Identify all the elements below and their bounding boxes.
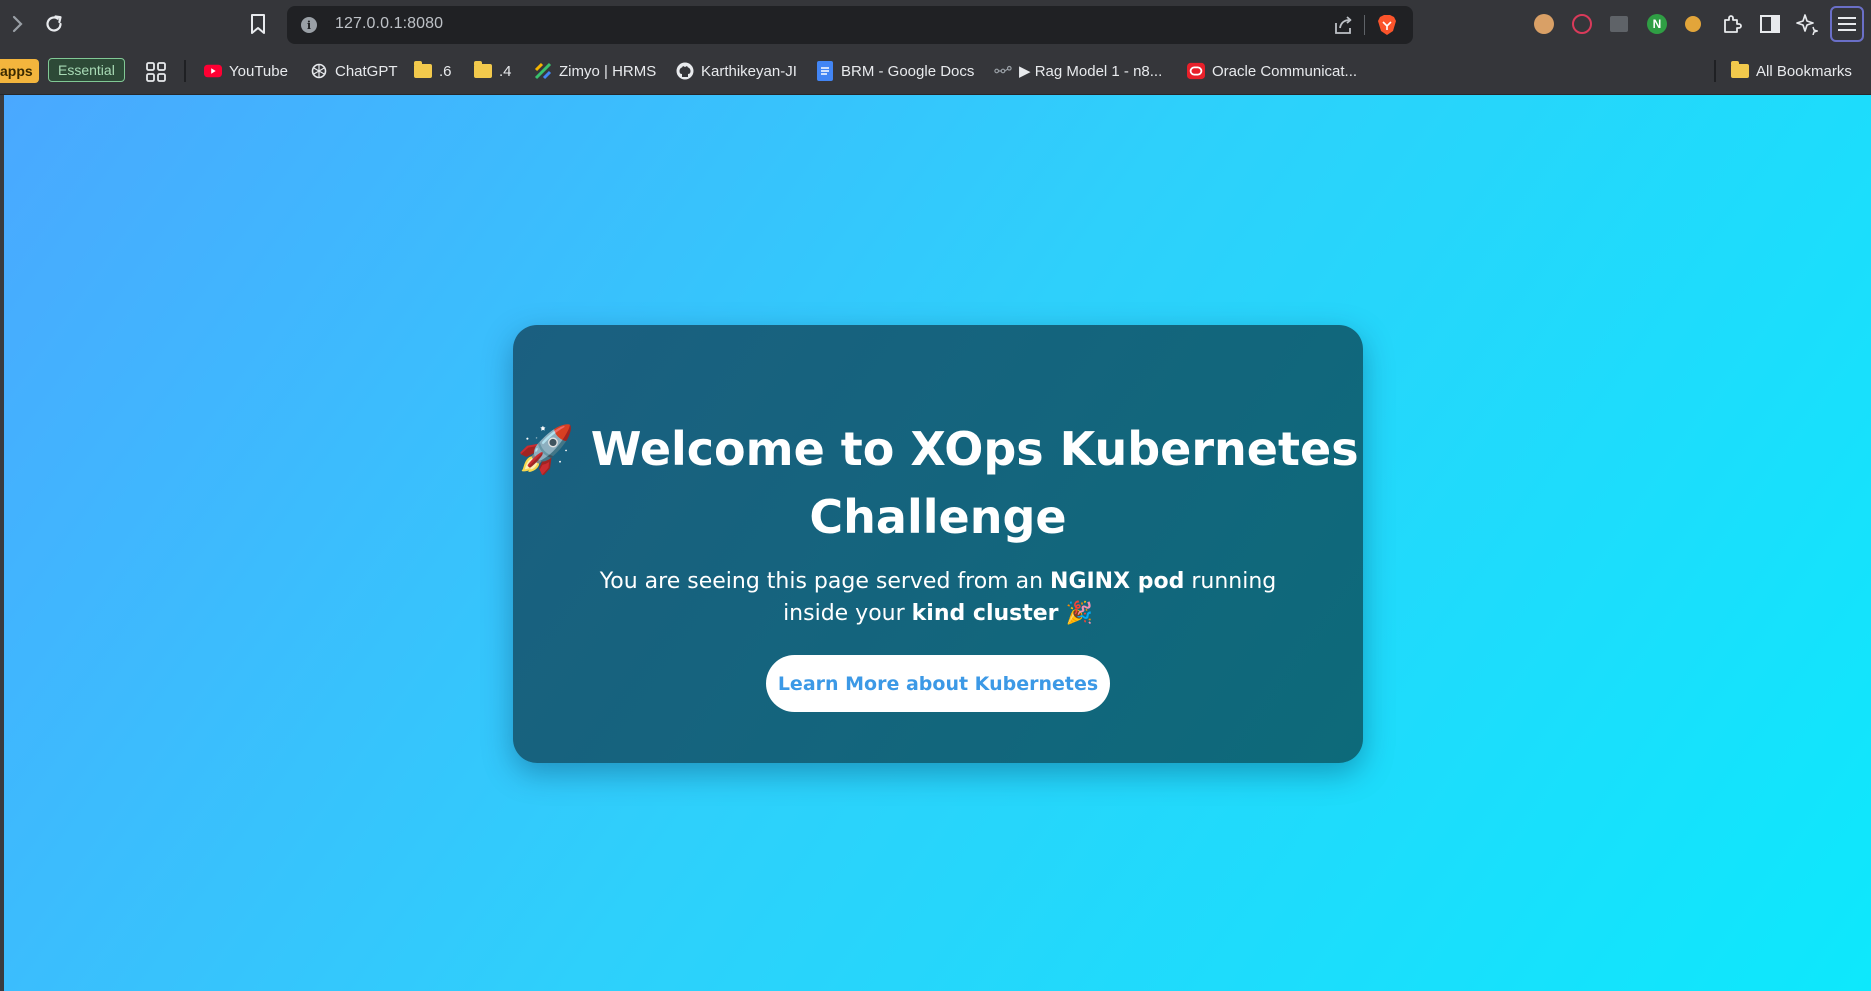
folder-icon <box>474 61 492 80</box>
n-extension[interactable]: N <box>1645 12 1669 36</box>
bookmark-brm-docs[interactable]: BRM - Google Docs <box>816 59 974 83</box>
bookmark-folder-4[interactable]: .4 <box>474 59 512 83</box>
bookmarks-divider <box>1714 60 1716 82</box>
bookmark-label: ▶ Rag Model 1 - n8... <box>1019 63 1163 80</box>
main-menu-button[interactable] <box>1830 6 1864 42</box>
chevron-right-icon <box>12 15 23 33</box>
hamburger-menu-icon <box>1838 17 1856 31</box>
bookmark-apps[interactable]: apps <box>0 59 39 83</box>
chatgpt-icon <box>310 62 328 80</box>
tab-grid-extension[interactable] <box>1607 12 1631 36</box>
puzzle-icon <box>1724 15 1742 33</box>
rocket-icon: 🚀 <box>517 422 575 476</box>
youtube-icon <box>204 62 222 80</box>
reload-icon <box>46 15 62 32</box>
google-docs-icon <box>816 61 834 81</box>
all-bookmarks-button[interactable]: All Bookmarks <box>1731 59 1852 83</box>
grid-icon <box>146 62 166 82</box>
learn-more-button[interactable]: Learn More about Kubernetes <box>766 655 1110 712</box>
bookmark-github[interactable]: Karthikeyan-JI <box>676 59 797 83</box>
bookmark-label: .4 <box>499 62 512 80</box>
bookmark-label: .6 <box>439 62 452 80</box>
page-title: 🚀 Welcome to XOps Kubernetes Challenge <box>513 415 1363 551</box>
n8n-icon <box>994 62 1012 80</box>
cookie-editor-extension[interactable] <box>1681 12 1705 36</box>
bookmark-label: Karthikeyan-JI <box>701 62 797 80</box>
recorder-icon <box>1572 14 1592 34</box>
url-text[interactable]: 127.0.0.1:8080 <box>335 15 443 33</box>
bookmark-label: ChatGPT <box>335 62 398 80</box>
extensions-button[interactable] <box>1720 12 1744 36</box>
bookmark-chatgpt[interactable]: ChatGPT <box>310 59 398 83</box>
welcome-card: 🚀 Welcome to XOps Kubernetes Challenge Y… <box>513 325 1363 763</box>
share-icon <box>1335 16 1352 34</box>
address-bar[interactable]: i 127.0.0.1:8080 <box>287 6 1413 44</box>
page-viewport: 🚀 Welcome to XOps Kubernetes Challenge Y… <box>0 95 1871 991</box>
page-title-text: Welcome to XOps Kubernetes Challenge <box>590 422 1359 544</box>
viewport-edge <box>0 95 4 991</box>
folder-icon <box>414 61 432 80</box>
site-info-icon[interactable]: i <box>301 17 317 33</box>
sparkle-icon <box>1796 14 1818 35</box>
forward-button[interactable] <box>4 10 32 38</box>
recorder-extension[interactable] <box>1570 12 1594 36</box>
bookmark-folder-6[interactable]: .6 <box>414 59 452 83</box>
bookmark-button[interactable] <box>244 10 272 38</box>
bookmark-youtube[interactable]: YouTube <box>204 59 288 83</box>
tab-grid-icon <box>1610 16 1628 32</box>
sidebar-icon <box>1760 15 1780 33</box>
tab-groups-button[interactable] <box>145 60 167 84</box>
bookmarks-bar: apps Essential YouTube ChatGPT .6 .4 Zim… <box>0 48 1871 95</box>
reload-button[interactable] <box>40 10 68 38</box>
bookmark-apps-label: apps <box>0 63 33 79</box>
cookie-icon <box>1534 14 1554 34</box>
omnibox-divider <box>1364 15 1365 35</box>
brave-lion-icon <box>1378 15 1396 35</box>
bookmark-oracle[interactable]: Oracle Communicat... <box>1187 59 1357 83</box>
bookmark-zimyo[interactable]: Zimyo | HRMS <box>534 59 656 83</box>
bookmark-essential[interactable]: Essential <box>48 58 125 82</box>
n-extension-icon: N <box>1647 14 1667 34</box>
folder-icon <box>1731 61 1749 80</box>
bookmarks-divider <box>184 60 186 82</box>
kind-cluster-text: kind cluster <box>911 601 1059 626</box>
cookie-extension[interactable] <box>1532 12 1556 36</box>
oracle-icon <box>1187 62 1205 80</box>
github-icon <box>676 62 694 80</box>
nginx-pod-text: NGINX pod <box>1050 569 1185 594</box>
page-description: You are seeing this page served from an … <box>573 566 1303 630</box>
side-panel-button[interactable] <box>1758 12 1782 36</box>
bookmark-label: Zimyo | HRMS <box>559 62 657 80</box>
bookmark-label: YouTube <box>229 62 288 80</box>
leo-ai-button[interactable] <box>1795 12 1819 36</box>
bookmark-icon <box>251 14 265 34</box>
share-button[interactable] <box>1332 14 1354 41</box>
party-icon: 🎉 <box>1065 601 1093 626</box>
cookie-editor-icon <box>1685 16 1701 32</box>
browser-toolbar: i 127.0.0.1:8080 N <box>0 0 1871 48</box>
bookmark-essential-label: Essential <box>58 62 115 78</box>
zimyo-icon <box>534 62 552 80</box>
bookmark-label: Oracle Communicat... <box>1212 62 1358 80</box>
bookmark-rag-model[interactable]: ▶ Rag Model 1 - n8... <box>994 59 1162 83</box>
brave-shields-button[interactable] <box>1377 14 1397 41</box>
description-text: You are seeing this page served from an <box>599 569 1051 594</box>
all-bookmarks-label: All Bookmarks <box>1756 62 1852 80</box>
bookmark-label: BRM - Google Docs <box>841 62 975 80</box>
